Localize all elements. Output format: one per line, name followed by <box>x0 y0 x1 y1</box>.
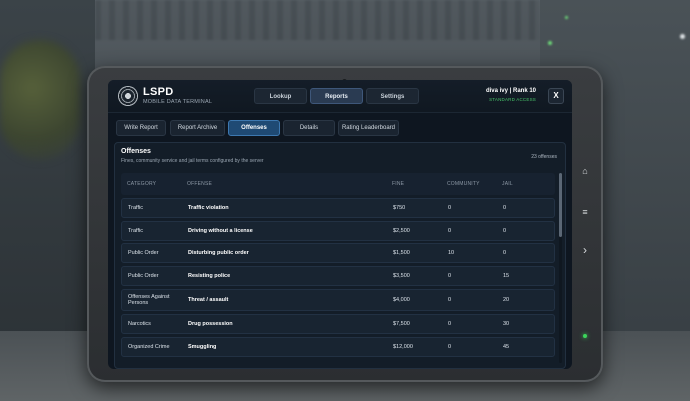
app-title: LSPD <box>143 86 174 98</box>
scrollbar-thumb[interactable] <box>559 173 562 237</box>
row-fine: $7,500 <box>393 321 410 327</box>
row-jail: 45 <box>503 344 510 350</box>
row-offense: Threat / assault <box>188 297 229 303</box>
row-offense: Traffic violation <box>188 205 229 211</box>
access-level: STANDARD ACCESS <box>489 97 536 102</box>
background-tree <box>0 40 80 160</box>
row-jail: 0 <box>503 205 507 211</box>
row-community: 0 <box>448 321 452 327</box>
row-fine: $1,500 <box>393 250 410 256</box>
row-fine: $750 <box>393 205 406 211</box>
nav-tab-reports[interactable]: Reports <box>310 88 363 104</box>
panel-title: Offenses <box>121 148 151 155</box>
panel-subtitle: Fines, community service and jail terms … <box>121 158 264 164</box>
table-row[interactable]: Public Order Resisting police $3,500 0 1… <box>121 266 555 286</box>
column-header-category: CATEGORY <box>127 181 157 187</box>
row-community: 10 <box>448 250 455 256</box>
user-name-rank: diva ivy | Rank 10 <box>485 88 536 94</box>
background-light <box>680 34 685 39</box>
row-offense: Resisting police <box>188 273 231 279</box>
row-fine: $2,500 <box>393 228 410 234</box>
row-offense: Smuggling <box>188 344 217 350</box>
row-offense: Disturbing public order <box>188 250 249 256</box>
row-category: Offenses Against Persons <box>128 293 170 306</box>
row-category: Public Order <box>128 273 159 279</box>
power-led-icon <box>583 334 587 338</box>
column-header-fine: FINE <box>392 181 405 187</box>
subtab-rating-leaderboard[interactable]: Rating Leaderboard <box>338 120 399 136</box>
row-offense: Drug possession <box>188 321 233 327</box>
background-light <box>565 16 568 19</box>
row-community: 0 <box>448 273 452 279</box>
lspd-badge-icon <box>118 86 138 106</box>
row-jail: 0 <box>503 250 507 256</box>
subtab-details[interactable]: Details <box>283 120 335 136</box>
row-jail: 20 <box>503 297 510 303</box>
mdt-screen: LSPD MOBILE DATA TERMINAL Lookup Reports… <box>108 80 572 369</box>
table-row[interactable]: Narcotics Drug possession $7,500 0 30 <box>121 314 555 334</box>
row-jail: 15 <box>503 273 510 279</box>
table-header: CATEGORY OFFENSE FINE COMMUNITY JAIL <box>121 173 555 195</box>
offenses-panel: Offenses Fines, community service and ja… <box>114 142 566 369</box>
table-row[interactable]: Offenses Against Persons Threat / assaul… <box>121 289 555 311</box>
close-button[interactable]: X <box>548 88 564 104</box>
subtab-write-report[interactable]: Write Report <box>116 120 166 136</box>
column-header-community: COMMUNITY <box>447 181 480 187</box>
row-fine: $12,000 <box>393 344 413 350</box>
row-category: Public Order <box>128 250 159 256</box>
row-offense: Driving without a license <box>188 228 253 234</box>
background-light <box>548 41 552 45</box>
table-row[interactable]: Traffic Driving without a license $2,500… <box>121 221 555 241</box>
row-community: 0 <box>448 228 452 234</box>
background-railing <box>95 0 540 40</box>
row-category: Narcotics <box>128 321 151 327</box>
row-category: Organized Crime <box>128 344 170 350</box>
column-header-jail: JAIL <box>502 181 513 187</box>
subtab-report-archive[interactable]: Report Archive <box>170 120 225 136</box>
row-fine: $3,500 <box>393 273 410 279</box>
row-jail: 0 <box>503 228 507 234</box>
row-fine: $4,000 <box>393 297 410 303</box>
offense-count: 23 offenses <box>531 154 557 160</box>
table-row[interactable]: Organized Crime Smuggling $12,000 0 45 <box>121 337 555 357</box>
row-category: Traffic <box>128 228 143 234</box>
row-community: 0 <box>448 344 452 350</box>
home-icon[interactable]: ⌂ <box>578 166 592 176</box>
nav-tab-settings[interactable]: Settings <box>366 88 419 104</box>
row-community: 0 <box>448 205 452 211</box>
nav-tab-lookup[interactable]: Lookup <box>254 88 307 104</box>
row-jail: 30 <box>503 321 510 327</box>
user-info: diva ivy | Rank 10 STANDARD ACCESS <box>486 88 536 102</box>
menu-icon[interactable]: ≡ <box>578 207 592 217</box>
subtab-offenses[interactable]: Offenses <box>228 120 280 136</box>
row-category: Traffic <box>128 205 143 211</box>
table-row[interactable]: Traffic Traffic violation $750 0 0 <box>121 198 555 218</box>
row-community: 0 <box>448 297 452 303</box>
app-subtitle: MOBILE DATA TERMINAL <box>143 99 213 105</box>
table-row[interactable]: Public Order Disturbing public order $1,… <box>121 243 555 263</box>
chevron-right-icon[interactable]: › <box>578 243 592 257</box>
column-header-offense: OFFENSE <box>187 181 213 187</box>
app-header: LSPD MOBILE DATA TERMINAL Lookup Reports… <box>108 80 572 113</box>
